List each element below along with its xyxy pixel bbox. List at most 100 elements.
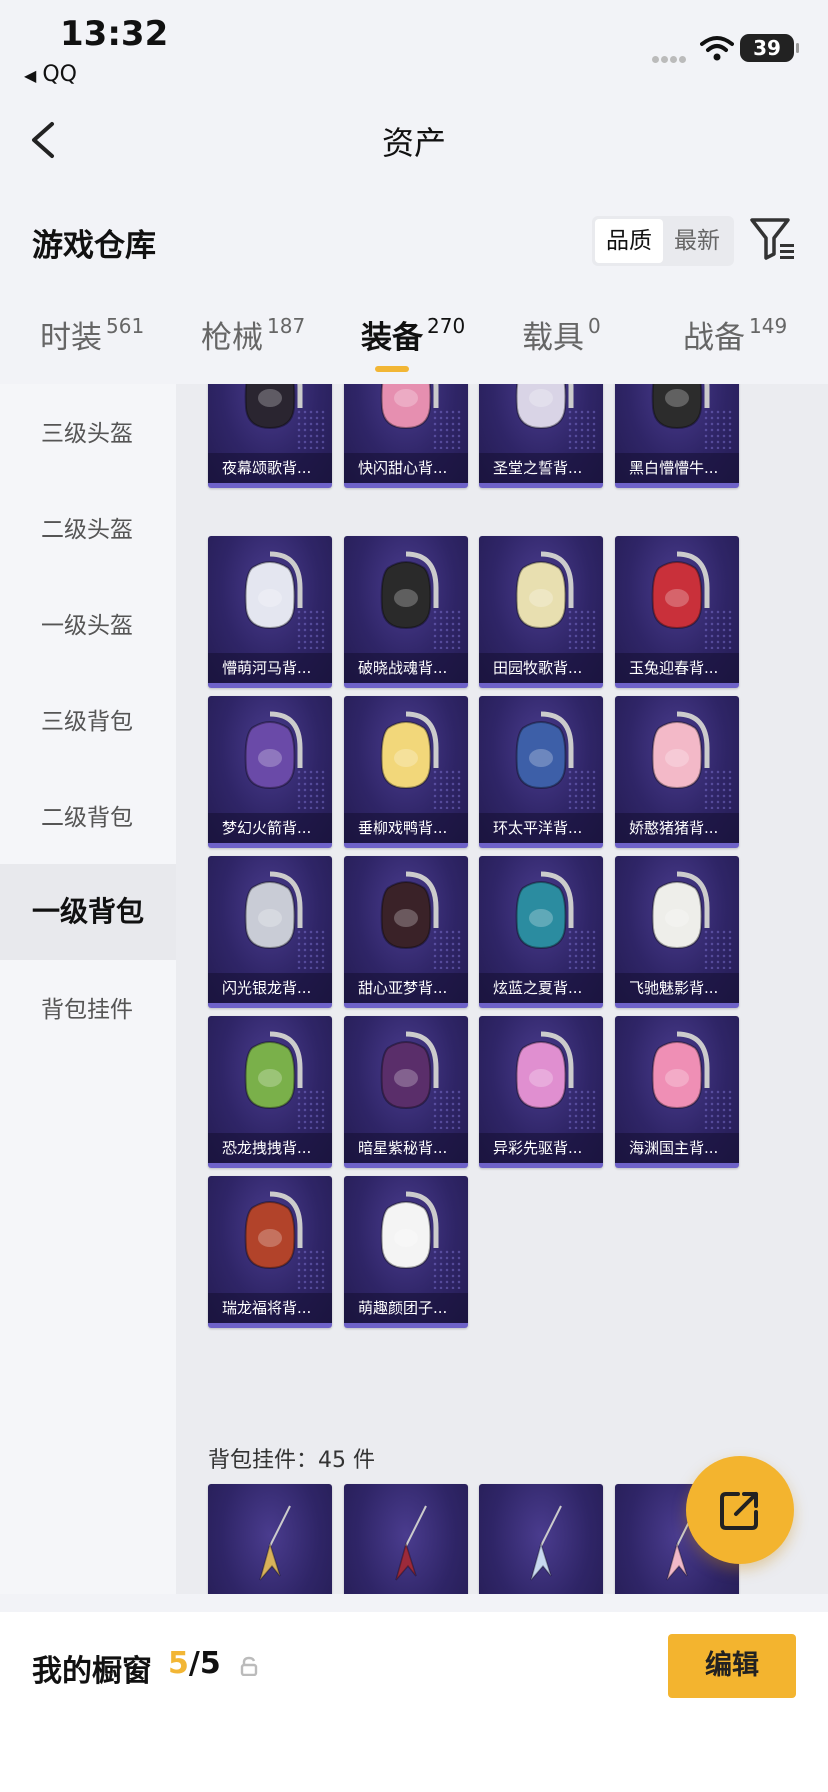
item-card[interactable]: 暗星紫秘背...: [344, 1016, 468, 1168]
tab-label: 时装: [40, 320, 102, 356]
nav-header: 资产: [0, 100, 828, 180]
backpack-icon: [380, 1191, 439, 1270]
item-card[interactable]: 快闪甜心背...: [344, 384, 468, 488]
category-label: 二级头盔: [41, 517, 133, 543]
category-label: 背包挂件: [41, 997, 133, 1023]
item-name: 环太平洋背...: [479, 813, 603, 843]
item-card[interactable]: 娇憨猪猪背...: [615, 696, 739, 848]
share-fab-button[interactable]: [686, 1456, 794, 1564]
tab-vehicles[interactable]: 载具 0: [522, 312, 601, 357]
item-card[interactable]: 甜心亚梦背...: [344, 856, 468, 1008]
backpack-icon: [651, 384, 710, 430]
item-card[interactable]: 破晓战魂背...: [344, 536, 468, 688]
category-level3-backpack[interactable]: 三级背包: [0, 672, 176, 768]
item-name: 萌趣颜团子...: [344, 1293, 468, 1323]
pendant-section-label: 背包挂件：45 件: [208, 1448, 375, 1473]
backpack-icon: [244, 711, 303, 790]
tab-bar: 时装 561 枪械 187 装备 270 载具 0 战备 149: [0, 312, 828, 382]
category-level2-helmet[interactable]: 二级头盔: [0, 480, 176, 576]
category-level1-backpack[interactable]: 一级背包: [0, 864, 176, 960]
item-name: 瑞龙福将背...: [208, 1293, 332, 1323]
backpack-icon: [515, 551, 574, 630]
item-card[interactable]: 飞驰魅影背...: [615, 856, 739, 1008]
item-card[interactable]: 萌趣颜团子...: [344, 1176, 468, 1328]
item-card[interactable]: 垂柳戏鸭背...: [344, 696, 468, 848]
item-card[interactable]: 梦幻火箭背...: [208, 696, 332, 848]
showcase-current: 5: [168, 1646, 189, 1681]
backpack-icon: [380, 551, 439, 630]
backpack-icon: [651, 871, 710, 950]
sort-newest-option[interactable]: 最新: [663, 219, 731, 263]
category-label: 三级头盔: [41, 421, 133, 447]
item-card[interactable]: 玉兔迎春背...: [615, 536, 739, 688]
item-name: 飞驰魅影背...: [615, 973, 739, 1003]
tab-label: 战备: [683, 320, 745, 356]
lock-icon: [240, 1656, 258, 1676]
filter-icon[interactable]: [748, 214, 796, 264]
backpack-icon: [515, 871, 574, 950]
pendant-card[interactable]: [208, 1484, 332, 1594]
category-level2-backpack[interactable]: 二级背包: [0, 768, 176, 864]
category-backpack-pendant[interactable]: 背包挂件: [0, 960, 176, 1056]
item-card[interactable]: 懵萌河马背...: [208, 536, 332, 688]
item-card[interactable]: 黑白懵懵牛...: [615, 384, 739, 488]
item-name: 黑白懵懵牛...: [615, 453, 739, 483]
sort-quality-option[interactable]: 品质: [595, 219, 663, 263]
tab-combat-prep[interactable]: 战备 149: [683, 312, 787, 357]
item-grid: 背包挂件：45 件 夜幕颂歌背... 快闪甜心背... 圣堂之誓背... 黑白懵懵牛.…: [176, 384, 828, 1594]
tab-count: 270: [427, 314, 466, 338]
pendant-card[interactable]: [479, 1484, 603, 1594]
item-card[interactable]: 夜幕颂歌背...: [208, 384, 332, 488]
backpack-icon: [244, 1031, 303, 1110]
tab-equipment[interactable]: 装备 270: [361, 312, 465, 357]
tab-fashion[interactable]: 时装 561: [40, 312, 144, 357]
item-card[interactable]: 海渊国主背...: [615, 1016, 739, 1168]
item-card[interactable]: 环太平洋背...: [479, 696, 603, 848]
sort-toggle: 品质 最新: [592, 216, 734, 266]
backpack-icon: [244, 1191, 303, 1270]
item-card[interactable]: 圣堂之誓背...: [479, 384, 603, 488]
backpack-icon: [515, 1031, 574, 1110]
tab-count: 149: [749, 314, 788, 338]
back-app-label: QQ: [42, 62, 77, 87]
back-to-app-link[interactable]: ◀ QQ: [24, 62, 77, 87]
share-icon: [720, 1492, 758, 1530]
tab-count: 561: [106, 314, 145, 338]
item-card[interactable]: 异彩先驱背...: [479, 1016, 603, 1168]
item-name: 懵萌河马背...: [208, 653, 332, 683]
page-title: 资产: [381, 124, 446, 162]
pendant-card[interactable]: [344, 1484, 468, 1594]
showcase-title: 我的橱窗: [32, 1654, 152, 1689]
item-card[interactable]: 恐龙拽拽背...: [208, 1016, 332, 1168]
item-card[interactable]: 炫蓝之夏背...: [479, 856, 603, 1008]
backpack-icon: [651, 1031, 710, 1110]
item-name: 娇憨猪猪背...: [615, 813, 739, 843]
tab-count: 187: [267, 314, 306, 338]
item-card[interactable]: 田园牧歌背...: [479, 536, 603, 688]
status-bar: 13:32 ◀ QQ 39: [0, 0, 828, 100]
item-name: 田园牧歌背...: [479, 653, 603, 683]
category-level1-helmet[interactable]: 一级头盔: [0, 576, 176, 672]
back-arrow-icon: ◀: [24, 66, 37, 85]
pendant-icon: [395, 1505, 427, 1581]
item-name: 夜幕颂歌背...: [208, 453, 332, 483]
category-level3-helmet[interactable]: 三级头盔: [0, 384, 176, 480]
tab-label: 载具: [522, 320, 584, 356]
item-name: 海渊国主背...: [615, 1133, 739, 1163]
item-card[interactable]: 闪光银龙背...: [208, 856, 332, 1008]
item-name: 甜心亚梦背...: [344, 973, 468, 1003]
backpack-icon: [244, 871, 303, 950]
backpack-icon: [380, 384, 439, 430]
item-name: 异彩先驱背...: [479, 1133, 603, 1163]
item-name: 恐龙拽拽背...: [208, 1133, 332, 1163]
backpack-icon: [651, 711, 710, 790]
backpack-icon: [651, 551, 710, 630]
edit-button[interactable]: 编辑: [668, 1634, 796, 1698]
signal-icon: [652, 48, 690, 63]
tab-firearms[interactable]: 枪械 187: [201, 312, 305, 357]
showcase-count: 5/5: [168, 1646, 221, 1681]
category-label: 一级背包: [32, 895, 145, 928]
item-name: 破晓战魂背...: [344, 653, 468, 683]
item-card[interactable]: 瑞龙福将背...: [208, 1176, 332, 1328]
item-name: 炫蓝之夏背...: [479, 973, 603, 1003]
